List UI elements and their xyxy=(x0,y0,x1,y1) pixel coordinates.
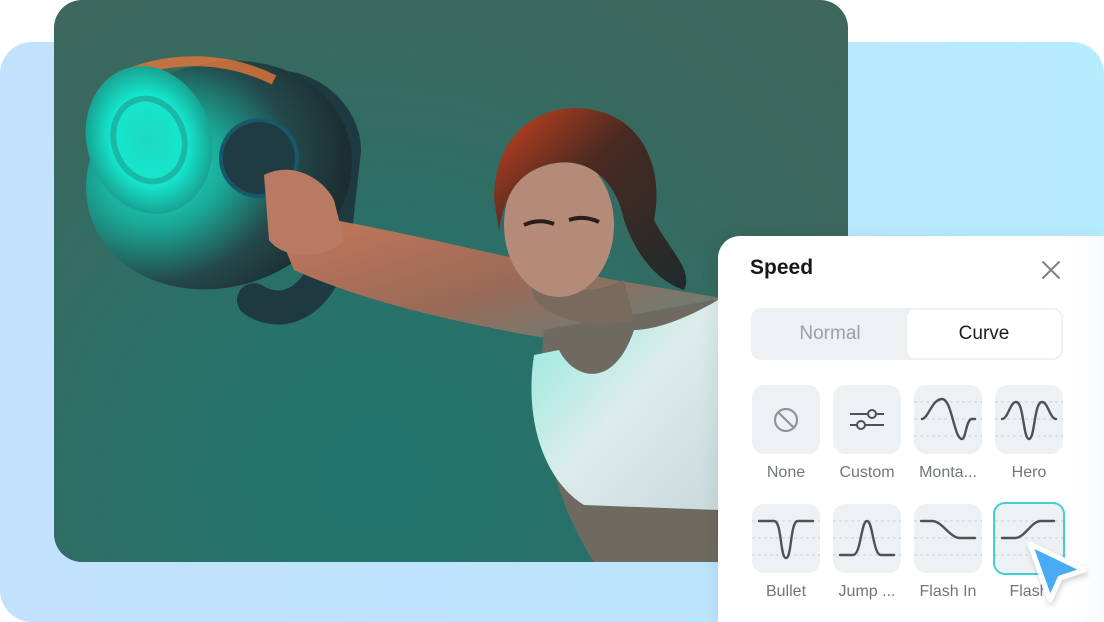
preset-label: Monta... xyxy=(919,464,977,481)
preset-none[interactable]: None xyxy=(751,385,821,482)
preset-label: Bullet xyxy=(765,583,807,600)
close-button[interactable] xyxy=(1038,257,1064,283)
flash-in-curve-icon xyxy=(914,519,982,556)
jump-cut-curve-icon xyxy=(833,519,901,557)
montage-curve-icon xyxy=(914,397,982,441)
preset-flash-in[interactable]: Flash In xyxy=(913,504,983,601)
close-icon xyxy=(1042,261,1060,279)
preset-tile xyxy=(833,385,901,454)
preset-hero[interactable]: Hero xyxy=(994,385,1064,482)
preset-tile xyxy=(752,504,820,573)
flash-out-curve-icon xyxy=(995,519,1063,556)
preset-tile xyxy=(914,504,982,573)
none-icon xyxy=(773,407,799,432)
preset-label: Flash In xyxy=(919,583,977,600)
speed-panel: Speed Normal Curve None Custom Monta... … xyxy=(718,236,1104,622)
preset-flash-out[interactable]: Flash xyxy=(993,502,1065,601)
preset-jump-cut[interactable]: Jump ... xyxy=(832,504,902,601)
preset-tile xyxy=(752,385,820,454)
preset-tile xyxy=(995,385,1063,454)
preset-label: Jump ... xyxy=(838,583,896,600)
preset-montage[interactable]: Monta... xyxy=(913,385,983,482)
tab-normal[interactable]: Normal xyxy=(753,310,907,358)
preset-tile xyxy=(914,385,982,454)
preset-label: Hero xyxy=(1011,464,1047,481)
preset-label: Flash xyxy=(1009,583,1049,600)
speed-mode-tabs: Normal Curve xyxy=(751,308,1063,360)
preset-bullet[interactable]: Bullet xyxy=(751,504,821,601)
tab-curve[interactable]: Curve xyxy=(907,310,1061,358)
hero-curve-icon xyxy=(995,400,1063,441)
preset-tile-selected xyxy=(993,502,1065,575)
preset-tile xyxy=(833,504,901,573)
preset-label: None xyxy=(766,464,806,481)
curve-presets-grid: None Custom Monta... Hero Bullet Jump ..… xyxy=(751,385,1071,601)
preset-custom[interactable]: Custom xyxy=(832,385,902,482)
panel-title: Speed xyxy=(750,256,814,279)
preset-label: Custom xyxy=(839,464,895,481)
bullet-curve-icon xyxy=(752,519,820,560)
sliders-icon xyxy=(850,408,884,430)
